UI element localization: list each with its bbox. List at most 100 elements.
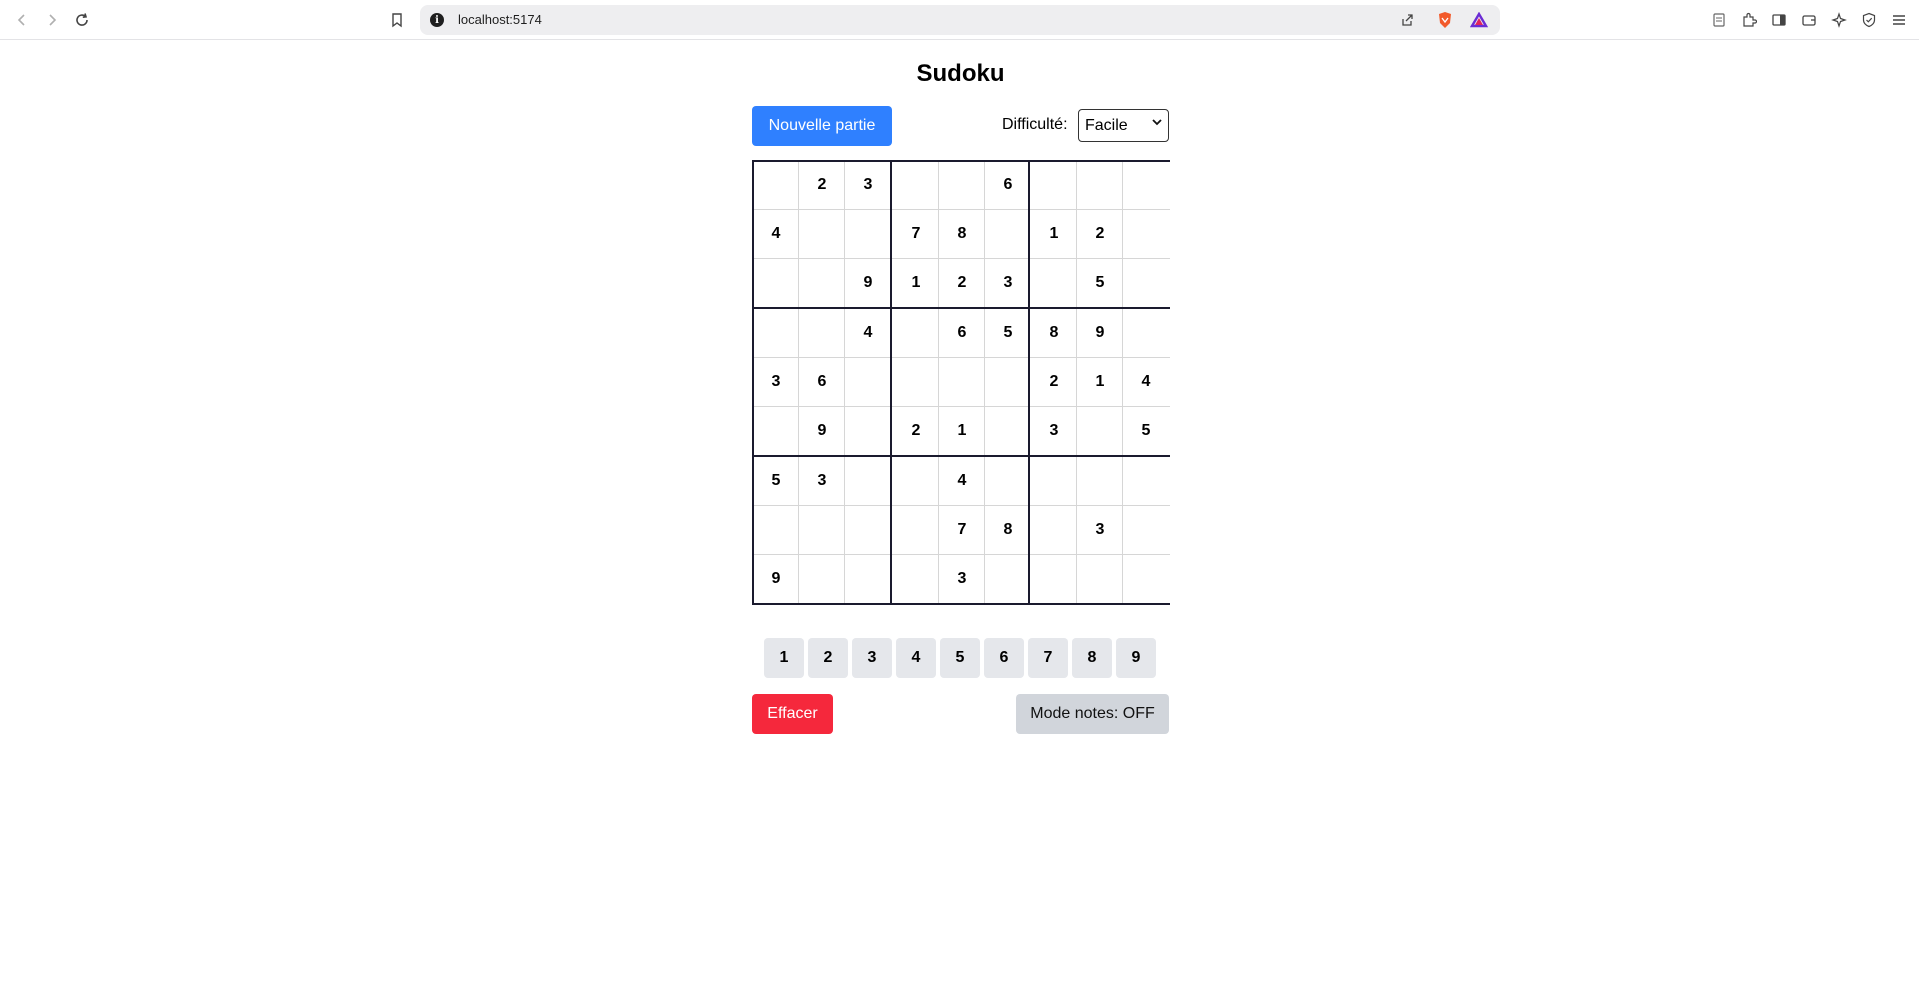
number-key-7[interactable]: 7	[1028, 638, 1068, 678]
sudoku-cell[interactable]	[1124, 555, 1168, 603]
sudoku-cell[interactable]	[1032, 161, 1076, 209]
sudoku-cell[interactable]: 3	[986, 259, 1030, 307]
sudoku-cell[interactable]: 3	[940, 555, 984, 603]
sudoku-cell[interactable]: 5	[1078, 259, 1122, 307]
sudoku-cell[interactable]	[894, 555, 938, 603]
sudoku-cell[interactable]	[1032, 457, 1076, 505]
sudoku-cell[interactable]: 3	[1078, 506, 1122, 554]
number-key-6[interactable]: 6	[984, 638, 1024, 678]
sudoku-cell[interactable]	[754, 309, 798, 357]
number-key-5[interactable]: 5	[940, 638, 980, 678]
sudoku-cell[interactable]: 6	[940, 309, 984, 357]
sudoku-cell[interactable]: 5	[1124, 407, 1168, 455]
sudoku-cell[interactable]	[894, 457, 938, 505]
sudoku-cell[interactable]	[894, 309, 938, 357]
sudoku-cell[interactable]	[754, 506, 798, 554]
sudoku-cell[interactable]	[846, 210, 890, 258]
sudoku-cell[interactable]	[1124, 210, 1168, 258]
sudoku-cell[interactable]: 1	[1078, 358, 1122, 406]
sudoku-cell[interactable]	[940, 161, 984, 209]
sudoku-cell[interactable]	[894, 506, 938, 554]
bookmark-icon[interactable]	[385, 8, 409, 32]
sudoku-cell[interactable]: 2	[800, 161, 844, 209]
sudoku-cell[interactable]	[800, 555, 844, 603]
number-key-2[interactable]: 2	[808, 638, 848, 678]
sidebar-icon[interactable]	[1767, 8, 1791, 32]
sudoku-cell[interactable]	[986, 457, 1030, 505]
sudoku-cell[interactable]: 6	[986, 161, 1030, 209]
sudoku-cell[interactable]	[1078, 407, 1122, 455]
sudoku-cell[interactable]	[1032, 259, 1076, 307]
number-key-8[interactable]: 8	[1072, 638, 1112, 678]
sudoku-cell[interactable]	[846, 358, 890, 406]
sudoku-cell[interactable]	[1032, 506, 1076, 554]
menu-icon[interactable]	[1887, 8, 1911, 32]
vpn-shield-icon[interactable]	[1857, 8, 1881, 32]
sudoku-cell[interactable]	[894, 358, 938, 406]
sudoku-cell[interactable]	[1124, 457, 1168, 505]
address-bar[interactable]: i localhost:5174	[420, 5, 1500, 35]
new-game-button[interactable]: Nouvelle partie	[752, 106, 892, 146]
sudoku-cell[interactable]	[754, 407, 798, 455]
back-icon[interactable]	[10, 8, 34, 32]
sudoku-cell[interactable]: 9	[846, 259, 890, 307]
sudoku-cell[interactable]: 8	[1032, 309, 1076, 357]
share-icon[interactable]	[1398, 11, 1416, 29]
sudoku-cell[interactable]: 4	[1124, 358, 1168, 406]
sudoku-cell[interactable]	[986, 555, 1030, 603]
sudoku-cell[interactable]	[1078, 161, 1122, 209]
number-key-3[interactable]: 3	[852, 638, 892, 678]
sudoku-cell[interactable]	[1124, 309, 1168, 357]
sudoku-cell[interactable]: 2	[1078, 210, 1122, 258]
sudoku-cell[interactable]: 1	[894, 259, 938, 307]
sudoku-cell[interactable]: 2	[894, 407, 938, 455]
sudoku-cell[interactable]: 3	[754, 358, 798, 406]
sudoku-cell[interactable]: 4	[846, 309, 890, 357]
sudoku-cell[interactable]: 3	[1032, 407, 1076, 455]
notes-mode-toggle[interactable]: Mode notes: OFF	[1016, 694, 1169, 734]
sudoku-cell[interactable]: 2	[1032, 358, 1076, 406]
sudoku-cell[interactable]	[846, 457, 890, 505]
sudoku-cell[interactable]: 8	[940, 210, 984, 258]
wallet-icon[interactable]	[1797, 8, 1821, 32]
site-info-icon[interactable]: i	[430, 13, 444, 27]
sudoku-cell[interactable]	[800, 506, 844, 554]
sudoku-cell[interactable]	[846, 407, 890, 455]
sudoku-cell[interactable]	[1124, 506, 1168, 554]
sudoku-cell[interactable]	[1124, 259, 1168, 307]
sudoku-cell[interactable]	[754, 161, 798, 209]
sudoku-cell[interactable]	[986, 210, 1030, 258]
sudoku-cell[interactable]: 2	[940, 259, 984, 307]
sudoku-cell[interactable]	[1124, 161, 1168, 209]
sudoku-cell[interactable]	[800, 309, 844, 357]
reader-mode-icon[interactable]	[1707, 8, 1731, 32]
sudoku-cell[interactable]: 9	[1078, 309, 1122, 357]
sudoku-cell[interactable]	[754, 259, 798, 307]
sudoku-cell[interactable]	[986, 407, 1030, 455]
sudoku-cell[interactable]: 7	[894, 210, 938, 258]
sudoku-cell[interactable]: 7	[940, 506, 984, 554]
sudoku-cell[interactable]	[1078, 555, 1122, 603]
sudoku-cell[interactable]: 3	[846, 161, 890, 209]
sudoku-cell[interactable]: 1	[940, 407, 984, 455]
sudoku-cell[interactable]	[800, 210, 844, 258]
sudoku-cell[interactable]: 9	[800, 407, 844, 455]
sudoku-cell[interactable]	[940, 358, 984, 406]
sudoku-cell[interactable]	[846, 506, 890, 554]
sudoku-cell[interactable]: 5	[986, 309, 1030, 357]
extensions-icon[interactable]	[1737, 8, 1761, 32]
sudoku-cell[interactable]	[846, 555, 890, 603]
sudoku-cell[interactable]	[986, 358, 1030, 406]
number-key-1[interactable]: 1	[764, 638, 804, 678]
sudoku-cell[interactable]: 4	[754, 210, 798, 258]
sudoku-cell[interactable]: 9	[754, 555, 798, 603]
sudoku-cell[interactable]	[1078, 457, 1122, 505]
sudoku-cell[interactable]	[1032, 555, 1076, 603]
sudoku-cell[interactable]: 8	[986, 506, 1030, 554]
sudoku-cell[interactable]: 3	[800, 457, 844, 505]
sudoku-cell[interactable]: 4	[940, 457, 984, 505]
sudoku-cell[interactable]: 5	[754, 457, 798, 505]
forward-icon[interactable]	[40, 8, 64, 32]
sudoku-cell[interactable]: 1	[1032, 210, 1076, 258]
brave-shield-icon[interactable]	[1436, 11, 1454, 29]
